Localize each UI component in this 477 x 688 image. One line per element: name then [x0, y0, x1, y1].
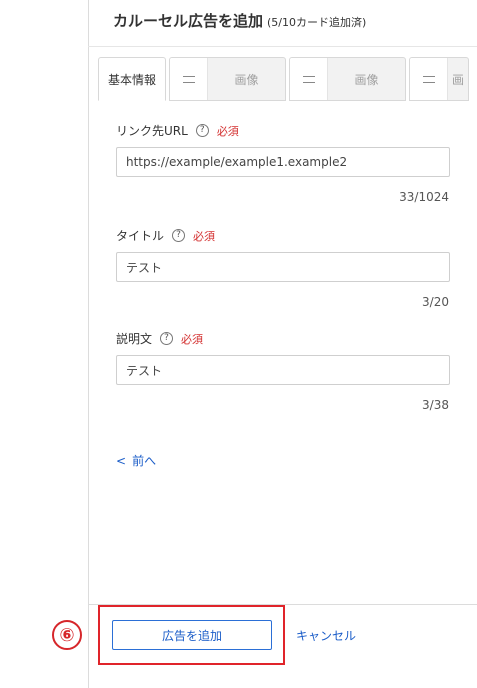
- description-field-label: 説明文 ? 必須: [116, 330, 203, 347]
- url-label-text: リンク先URL: [116, 124, 188, 138]
- prev-link-label: 前へ: [132, 454, 157, 468]
- required-badge: 必須: [193, 229, 216, 243]
- title-char-counter: 3/20: [422, 295, 449, 309]
- drag-handle-icon[interactable]: [170, 58, 208, 100]
- tab-image-3[interactable]: 画: [409, 57, 469, 101]
- card-tabs: 基本情報 画像 画像 画: [98, 57, 469, 101]
- title-label-text: タイトル: [116, 229, 165, 243]
- tab-image-1-label: 画像: [234, 72, 259, 87]
- panel-header: カルーセル広告を追加 (5/10カード追加済): [113, 10, 366, 34]
- title-input[interactable]: テスト: [116, 252, 450, 282]
- help-icon[interactable]: ?: [160, 332, 174, 345]
- panel-title: カルーセル広告を追加: [113, 12, 264, 30]
- add-ad-button[interactable]: 広告を追加: [112, 620, 272, 650]
- url-field-label: リンク先URL ? 必須: [116, 122, 239, 139]
- tab-basic-info[interactable]: 基本情報: [98, 57, 166, 101]
- url-char-counter: 33/1024: [399, 190, 449, 204]
- help-icon[interactable]: ?: [195, 124, 209, 137]
- tab-image-2-label: 画像: [354, 72, 379, 87]
- tab-image-3-label: 画: [451, 72, 464, 87]
- tab-image-2[interactable]: 画像: [289, 57, 406, 101]
- required-badge: 必須: [181, 332, 204, 346]
- prev-link[interactable]: < 前へ: [116, 452, 156, 469]
- description-input[interactable]: テスト: [116, 355, 450, 385]
- cancel-link[interactable]: キャンセル: [296, 627, 356, 644]
- description-label-text: 説明文: [116, 332, 153, 346]
- header-divider: [88, 46, 477, 47]
- help-icon[interactable]: ?: [172, 229, 186, 242]
- title-field-label: タイトル ? 必須: [116, 227, 215, 244]
- tab-image-1[interactable]: 画像: [169, 57, 286, 101]
- step-number-badge: ⑥: [52, 620, 82, 650]
- required-badge: 必須: [216, 124, 239, 138]
- tab-basic-info-label: 基本情報: [107, 72, 156, 87]
- description-char-counter: 3/38: [422, 398, 449, 412]
- drag-handle-icon[interactable]: [410, 58, 448, 100]
- card-count: (5/10カード追加済): [267, 16, 367, 29]
- drag-handle-icon[interactable]: [290, 58, 328, 100]
- chevron-left-icon: <: [116, 453, 127, 468]
- url-input[interactable]: https://example/example1.example2: [116, 147, 450, 177]
